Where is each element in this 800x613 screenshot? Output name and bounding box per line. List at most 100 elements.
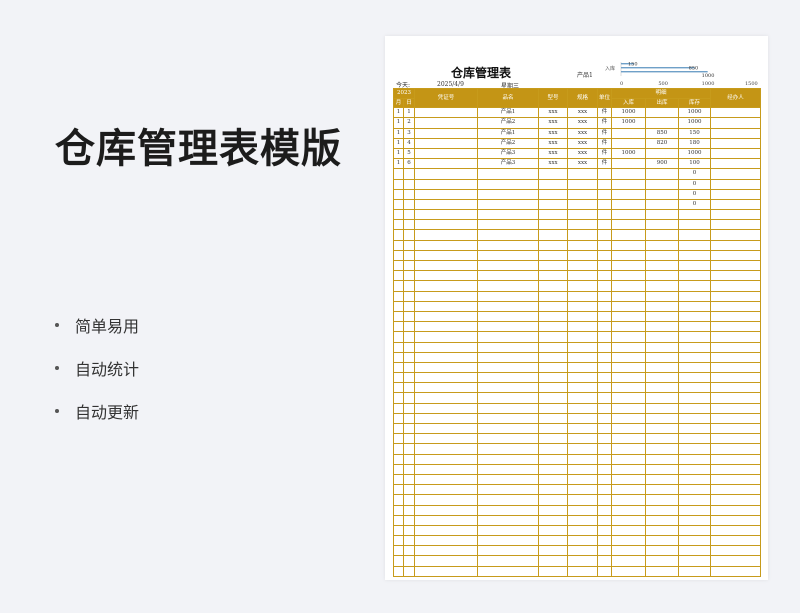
cell-model bbox=[538, 341, 568, 353]
cell-d bbox=[403, 280, 415, 292]
detail-header: 明细 bbox=[610, 87, 712, 100]
cell-voucher bbox=[414, 392, 478, 404]
cell-out bbox=[645, 422, 679, 435]
cell-unit bbox=[597, 443, 612, 455]
cell-in bbox=[611, 249, 646, 262]
cell-stock bbox=[677, 535, 712, 547]
cell-handler bbox=[710, 565, 762, 577]
cell-model bbox=[538, 412, 568, 425]
cell-stock bbox=[677, 239, 712, 251]
cell-product: 产品2 bbox=[477, 117, 539, 129]
cell-out bbox=[645, 535, 679, 547]
cell-spec bbox=[567, 300, 598, 312]
chart-data-label: 150 bbox=[628, 62, 638, 68]
cell-unit bbox=[597, 229, 612, 241]
cell-out bbox=[645, 494, 679, 506]
cell-handler bbox=[710, 422, 762, 435]
cell-stock bbox=[677, 473, 712, 486]
cell-d bbox=[403, 290, 415, 302]
cell-model bbox=[538, 555, 568, 567]
cell-in bbox=[611, 310, 646, 323]
cell-handler bbox=[710, 290, 762, 302]
cell-model: xxx bbox=[538, 137, 568, 149]
cell-handler bbox=[710, 198, 762, 211]
cell-product bbox=[477, 259, 539, 272]
table-row bbox=[393, 219, 762, 231]
cell-unit bbox=[597, 545, 612, 557]
cell-out bbox=[645, 361, 679, 374]
cell-model bbox=[538, 433, 568, 445]
cell-m bbox=[393, 382, 404, 394]
cell-handler bbox=[710, 555, 762, 567]
cell-spec bbox=[567, 188, 598, 200]
cell-voucher bbox=[414, 310, 478, 323]
cell-spec: xxx bbox=[567, 147, 598, 160]
cell-stock bbox=[677, 209, 712, 221]
cell-out bbox=[645, 372, 679, 384]
cell-handler bbox=[710, 229, 762, 241]
cell-stock bbox=[677, 433, 712, 445]
table-row bbox=[393, 341, 762, 353]
cell-handler bbox=[710, 127, 762, 139]
cell-unit bbox=[597, 392, 612, 404]
cell-spec bbox=[567, 270, 598, 282]
chart-data-label: 1000 bbox=[702, 73, 715, 79]
bullet-dot bbox=[55, 409, 59, 413]
cell-stock: 1000 bbox=[677, 147, 712, 160]
table-row bbox=[393, 524, 762, 537]
cell-out bbox=[645, 259, 679, 272]
cell-in bbox=[611, 514, 646, 526]
cell-d bbox=[403, 412, 415, 425]
cell-in bbox=[611, 565, 646, 577]
cell-spec bbox=[567, 565, 598, 577]
cell-d bbox=[403, 300, 415, 312]
cell-unit bbox=[597, 300, 612, 312]
cell-voucher bbox=[414, 137, 478, 149]
cell-handler bbox=[710, 382, 762, 394]
cell-out bbox=[645, 209, 679, 221]
cell-stock bbox=[677, 321, 712, 333]
cell-unit bbox=[597, 259, 612, 272]
cell-unit bbox=[597, 178, 612, 190]
cell-handler bbox=[710, 280, 762, 292]
cell-unit bbox=[597, 514, 612, 526]
cell-unit bbox=[597, 361, 612, 374]
cell-d bbox=[403, 555, 415, 567]
cell-stock: 0 bbox=[677, 168, 712, 180]
cell-model bbox=[538, 473, 568, 486]
cell-d bbox=[403, 321, 415, 333]
cell-model bbox=[538, 198, 568, 211]
cell-out bbox=[645, 473, 679, 486]
cell-stock bbox=[677, 494, 712, 506]
product-header: 品名 bbox=[477, 87, 539, 109]
cell-in bbox=[611, 168, 646, 180]
feature-label: 自动统计 bbox=[75, 360, 140, 379]
cell-spec bbox=[567, 535, 598, 547]
cell-product bbox=[477, 178, 539, 190]
cell-unit bbox=[597, 412, 612, 425]
cell-product bbox=[477, 280, 539, 292]
table-row bbox=[393, 280, 762, 292]
cell-m bbox=[393, 372, 404, 384]
cell-unit bbox=[597, 453, 612, 465]
cell-handler bbox=[710, 484, 762, 496]
cell-stock bbox=[677, 290, 712, 302]
cell-d bbox=[403, 270, 415, 282]
cell-unit: 件 bbox=[597, 107, 612, 119]
cell-spec bbox=[567, 178, 598, 190]
table-row: 1 3 产品1 xxx xxx 件 850 150 bbox=[393, 127, 762, 139]
chart-data-label: 850 bbox=[689, 66, 699, 72]
cell-in bbox=[611, 300, 646, 312]
cell-handler bbox=[710, 158, 762, 170]
table-row bbox=[393, 310, 762, 323]
cell-handler bbox=[710, 137, 762, 149]
feature-item: 简单易用 bbox=[55, 314, 139, 336]
ledger-table-wrap: 2023 凭证号 品名 型号 规格 单位 明细 经办人 月 日 入库 出库 库存 bbox=[393, 87, 762, 577]
cell-in bbox=[611, 494, 646, 506]
cell-in bbox=[611, 178, 646, 190]
cell-voucher bbox=[414, 473, 478, 486]
table-row bbox=[393, 382, 762, 394]
cell-unit bbox=[597, 382, 612, 394]
cell-m: 1 bbox=[393, 117, 404, 129]
cell-model bbox=[538, 463, 568, 475]
